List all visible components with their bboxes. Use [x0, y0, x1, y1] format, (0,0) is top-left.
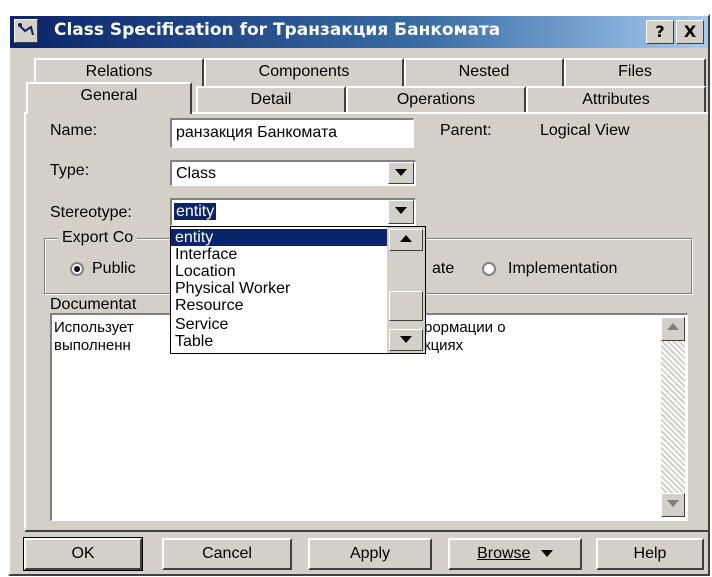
cancel-button[interactable]: Cancel	[162, 538, 292, 570]
dropdown-arrow-icon	[540, 550, 553, 558]
tab-operations[interactable]: Operations	[346, 86, 526, 114]
list-item-location[interactable]: Location	[175, 263, 236, 280]
stereotype-label: Stereotype:	[50, 204, 132, 221]
doc-line2-tail: кциях	[424, 337, 464, 354]
help-button[interactable]: Help	[596, 538, 704, 570]
chevron-up-icon	[667, 323, 679, 330]
type-select-value: Class	[176, 165, 217, 182]
tab-attributes[interactable]: Attributes	[526, 86, 706, 114]
stereotype-dropdown-list[interactable]: entity Interface Location Physical Worke…	[170, 226, 426, 354]
tab-nested[interactable]: Nested	[404, 58, 564, 86]
stereotype-select[interactable]: entity	[170, 198, 416, 226]
chevron-down-icon	[400, 336, 412, 343]
help-title-button[interactable]: ?	[646, 20, 674, 44]
stereotype-dropdown-button[interactable]	[388, 200, 414, 224]
doc-line2: выполненн	[54, 337, 131, 354]
list-item-resource[interactable]: Resource	[175, 297, 243, 314]
name-label: Name:	[50, 122, 98, 139]
radio-public[interactable]	[70, 262, 84, 276]
doc-line1-tail: рормации о	[424, 319, 506, 336]
scroll-up-button[interactable]	[661, 317, 685, 341]
chevron-up-icon	[400, 235, 412, 242]
chevron-down-icon	[395, 207, 407, 214]
type-select[interactable]: Class	[170, 160, 416, 186]
radio-selected-dot	[74, 266, 80, 272]
class-icon	[14, 19, 38, 43]
tab-general[interactable]: General	[26, 82, 192, 114]
radio-implementation[interactable]	[482, 262, 496, 276]
radio-implementation-label[interactable]: Implementation	[508, 260, 617, 278]
list-scroll-thumb[interactable]	[389, 291, 423, 321]
export-control-label: Export Co	[58, 229, 138, 247]
window-title: Class Specification for Транзакция Банко…	[54, 20, 501, 40]
radio-public-label[interactable]: Public	[92, 260, 136, 278]
list-item-physical-worker[interactable]: Physical Worker	[175, 280, 290, 297]
chevron-down-icon	[667, 500, 679, 507]
list-scrollbar[interactable]	[387, 227, 425, 353]
browse-button[interactable]: Browse	[448, 538, 582, 570]
doc-line1: Использует	[54, 319, 134, 336]
tab-detail[interactable]: Detail	[196, 86, 346, 114]
apply-button[interactable]: Apply	[308, 538, 432, 570]
name-input[interactable]: ранзакция Банкомата	[170, 118, 414, 148]
list-item-entity[interactable]: entity	[171, 229, 387, 246]
doc-scrollbar[interactable]	[661, 317, 685, 517]
list-scroll-down-button[interactable]	[389, 329, 423, 351]
ok-button[interactable]: OK	[23, 537, 143, 571]
radio-private-label[interactable]: ate	[432, 260, 454, 278]
close-button[interactable]: X	[676, 20, 704, 44]
parent-value: Logical View	[540, 122, 630, 139]
list-scroll-up-button[interactable]	[389, 229, 423, 251]
scroll-down-button[interactable]	[661, 493, 685, 517]
list-item-interface[interactable]: Interface	[175, 246, 237, 263]
documentation-label: Documentat	[50, 296, 137, 313]
type-label: Type:	[50, 162, 90, 179]
type-dropdown-button[interactable]	[388, 162, 414, 184]
list-item-service[interactable]: Service	[175, 316, 228, 333]
tab-files[interactable]: Files	[564, 58, 706, 86]
parent-label: Parent:	[440, 122, 492, 139]
tab-components[interactable]: Components	[204, 58, 404, 86]
browse-label: Browse	[477, 545, 531, 562]
list-item-table[interactable]: Table	[175, 333, 213, 350]
chevron-down-icon	[395, 169, 407, 176]
stereotype-select-value: entity	[174, 203, 217, 220]
